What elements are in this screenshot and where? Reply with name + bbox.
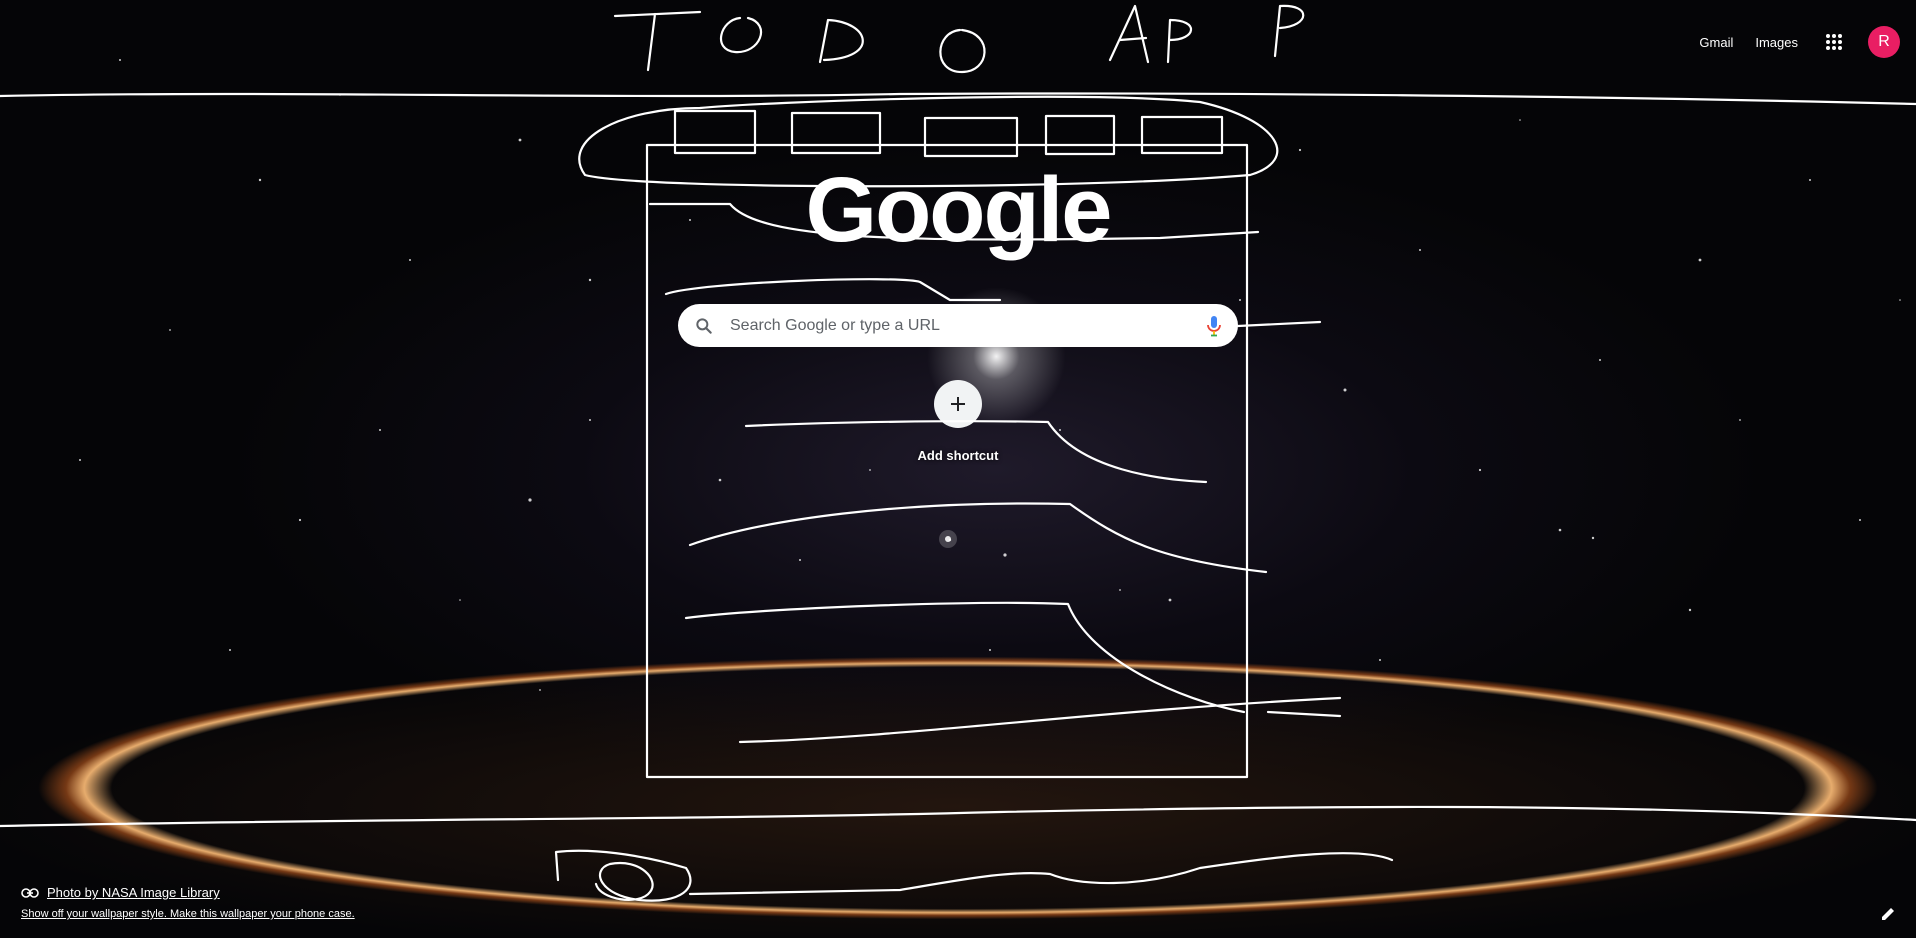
account-avatar[interactable]: R	[1868, 26, 1900, 58]
photo-credit-link[interactable]: Photo by NASA Image Library	[47, 885, 220, 900]
grid-icon	[1826, 34, 1842, 50]
hand-drawn-annotations	[0, 4, 1916, 902]
add-shortcut-label: Add shortcut	[917, 448, 999, 463]
plus-icon	[951, 397, 965, 411]
customize-button[interactable]	[1876, 902, 1900, 926]
images-link[interactable]: Images	[1749, 31, 1804, 54]
link-icon	[21, 887, 39, 898]
google-logo: Google	[805, 159, 1113, 261]
pencil-icon	[1882, 908, 1894, 920]
search-icon	[696, 317, 712, 334]
search-input[interactable]	[728, 315, 1206, 336]
add-shortcut-circle[interactable]	[934, 380, 982, 428]
wallpaper-promo-link[interactable]: Show off your wallpaper style. Make this…	[21, 908, 355, 920]
top-bar: Gmail Images R	[1693, 22, 1900, 62]
wallpaper-attribution: Photo by NASA Image Library Show off you…	[21, 885, 355, 920]
gmail-link[interactable]: Gmail	[1693, 31, 1739, 54]
mic-icon[interactable]	[1206, 314, 1222, 338]
apps-button[interactable]	[1814, 22, 1854, 62]
photo-credit-row: Photo by NASA Image Library	[21, 885, 355, 900]
add-shortcut-button[interactable]: Add shortcut	[908, 380, 1008, 463]
handwritten-title	[613, 4, 1305, 74]
search-box[interactable]	[678, 304, 1238, 347]
wallpaper-starfield	[79, 59, 1901, 691]
